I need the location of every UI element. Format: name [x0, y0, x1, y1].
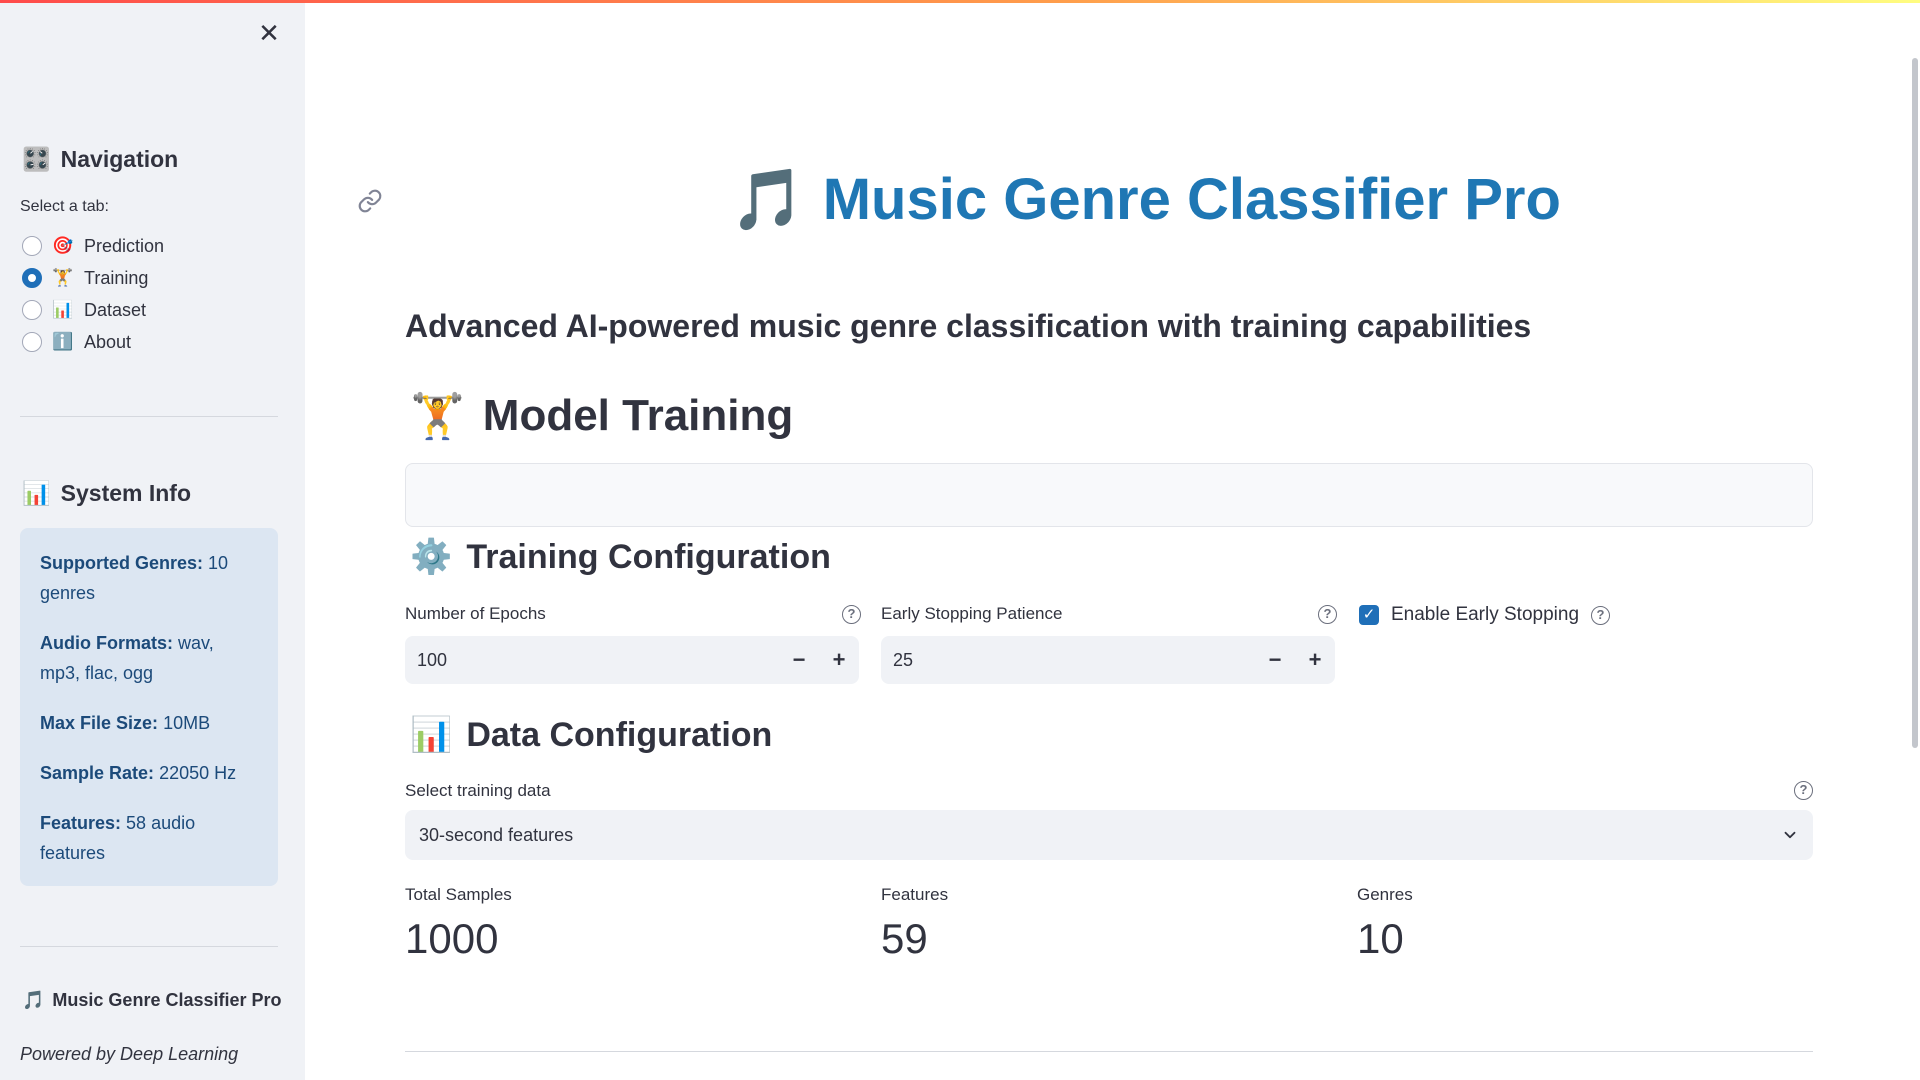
- help-icon[interactable]: ?: [1318, 605, 1337, 624]
- sidebar-divider: [20, 946, 278, 947]
- info-key: Audio Formats:: [40, 633, 173, 653]
- increment-button[interactable]: +: [1295, 636, 1335, 684]
- info-audio-formats: Audio Formats: wav, mp3, flac, ogg: [40, 628, 258, 688]
- sidebar-divider: [20, 416, 278, 417]
- music-note-icon: 🎵: [22, 990, 45, 1011]
- training-data-label: Select training data: [405, 781, 551, 800]
- radio-button[interactable]: [22, 300, 42, 320]
- bar-chart-icon: 📊: [22, 481, 51, 507]
- patience-number-input[interactable]: 25 − +: [881, 636, 1335, 684]
- select-tab-label: Select a tab:: [20, 198, 109, 215]
- sidebar-footer-subtitle: Powered by Deep Learning: [20, 1044, 239, 1064]
- weightlifter-icon: 🏋️: [52, 268, 74, 288]
- top-decoration-bar: [0, 0, 1920, 3]
- radio-label: About: [84, 331, 132, 352]
- info-max-file-size: Max File Size: 10MB: [40, 708, 258, 738]
- metric-features-label: Features: [881, 885, 949, 904]
- sidebar-footer-title: 🎵 Music Genre Classifier Pro: [22, 990, 282, 1011]
- main-divider: [405, 1051, 1813, 1052]
- control-knobs-icon: 🎛️: [22, 147, 51, 173]
- radio-button[interactable]: [22, 332, 42, 352]
- system-info-title: System Info: [60, 480, 192, 506]
- patience-label: Early Stopping Patience: [881, 604, 1063, 623]
- weightlifter-icon: 🏋️: [410, 391, 465, 442]
- model-training-title: Model Training: [482, 391, 794, 440]
- early-stopping-checkbox-row[interactable]: ✓ Enable Early Stopping ?: [1359, 604, 1611, 626]
- info-key: Supported Genres:: [40, 553, 204, 573]
- decrement-button[interactable]: −: [1255, 636, 1295, 684]
- radio-dataset[interactable]: 📊 Dataset: [22, 294, 164, 326]
- radio-button[interactable]: [22, 236, 42, 256]
- early-stopping-checkbox[interactable]: ✓: [1359, 605, 1379, 625]
- metric-total-samples-value: 1000: [405, 915, 499, 962]
- radio-training[interactable]: 🏋️ Training: [22, 262, 164, 294]
- radio-label: Training: [84, 267, 149, 288]
- bar-chart-icon: 📊: [410, 715, 453, 755]
- radio-button-selected[interactable]: [22, 268, 42, 288]
- metric-features-value: 59: [881, 915, 928, 962]
- metric-genres-label: Genres: [1357, 885, 1413, 904]
- system-info-heading: 📊 System Info: [22, 480, 191, 507]
- info-key: Features:: [40, 813, 122, 833]
- epochs-value[interactable]: 100: [417, 650, 779, 671]
- link-icon[interactable]: [357, 188, 383, 214]
- radio-label: Prediction: [84, 235, 165, 256]
- chevron-down-icon[interactable]: [1781, 826, 1799, 844]
- scrollbar[interactable]: [1912, 58, 1918, 748]
- navigation-heading: 🎛️ Navigation: [22, 146, 178, 173]
- bar-chart-icon: 📊: [52, 300, 74, 320]
- page-title-text: Music Genre Classifier Pro: [822, 167, 1561, 232]
- close-sidebar-button[interactable]: ✕: [254, 18, 284, 48]
- decrement-button[interactable]: −: [779, 636, 819, 684]
- navigation-title: Navigation: [60, 146, 179, 172]
- page-subtitle: Advanced AI-powered music genre classifi…: [405, 308, 1532, 344]
- music-note-icon: 🎵: [730, 165, 805, 235]
- help-icon[interactable]: ?: [842, 605, 861, 624]
- info-icon: ℹ️: [52, 332, 74, 352]
- epochs-number-input[interactable]: 100 − +: [405, 636, 859, 684]
- info-value: 22050 Hz: [159, 763, 237, 783]
- sidebar: ✕ 🎛️ Navigation Select a tab: 🎯 Predicti…: [0, 0, 305, 1080]
- radio-label: Dataset: [84, 299, 147, 320]
- status-container: [405, 463, 1813, 527]
- help-icon[interactable]: ?: [1794, 781, 1813, 800]
- data-config-heading: 📊 Data Configuration: [410, 715, 772, 755]
- metric-total-samples-label: Total Samples: [405, 885, 512, 904]
- radio-about[interactable]: ℹ️ About: [22, 326, 164, 358]
- selected-value: 30-second features: [419, 824, 574, 845]
- patience-value[interactable]: 25: [893, 650, 1255, 671]
- early-stopping-label: Enable Early Stopping: [1391, 604, 1580, 625]
- footer-title-text: Music Genre Classifier Pro: [52, 990, 282, 1010]
- info-value: 10MB: [163, 713, 211, 733]
- training-config-heading: ⚙️ Training Configuration: [410, 537, 831, 577]
- training-data-select[interactable]: 30-second features: [405, 810, 1813, 860]
- info-features: Features: 58 audio features: [40, 808, 258, 868]
- radio-prediction[interactable]: 🎯 Prediction: [22, 230, 164, 262]
- info-sample-rate: Sample Rate: 22050 Hz: [40, 758, 258, 788]
- info-key: Max File Size:: [40, 713, 159, 733]
- model-training-heading: 🏋️ Model Training: [410, 390, 793, 442]
- info-key: Sample Rate:: [40, 763, 155, 783]
- epochs-label: Number of Epochs: [405, 604, 546, 623]
- data-config-title: Data Configuration: [466, 715, 773, 754]
- metric-genres-value: 10: [1357, 915, 1404, 962]
- info-supported-genres: Supported Genres: 10 genres: [40, 548, 258, 608]
- increment-button[interactable]: +: [819, 636, 859, 684]
- page-title: 🎵 Music Genre Classifier Pro: [730, 164, 1561, 235]
- help-icon[interactable]: ?: [1591, 605, 1611, 625]
- main-content: 🎵 Music Genre Classifier Pro Advanced AI…: [305, 0, 1920, 1080]
- tab-radio-group: 🎯 Prediction 🏋️ Training 📊 Dataset ℹ️ Ab…: [22, 230, 164, 358]
- gear-icon: ⚙️: [410, 537, 453, 577]
- system-info-box: Supported Genres: 10 genres Audio Format…: [20, 528, 278, 886]
- target-icon: 🎯: [52, 236, 74, 256]
- training-config-title: Training Configuration: [466, 537, 831, 576]
